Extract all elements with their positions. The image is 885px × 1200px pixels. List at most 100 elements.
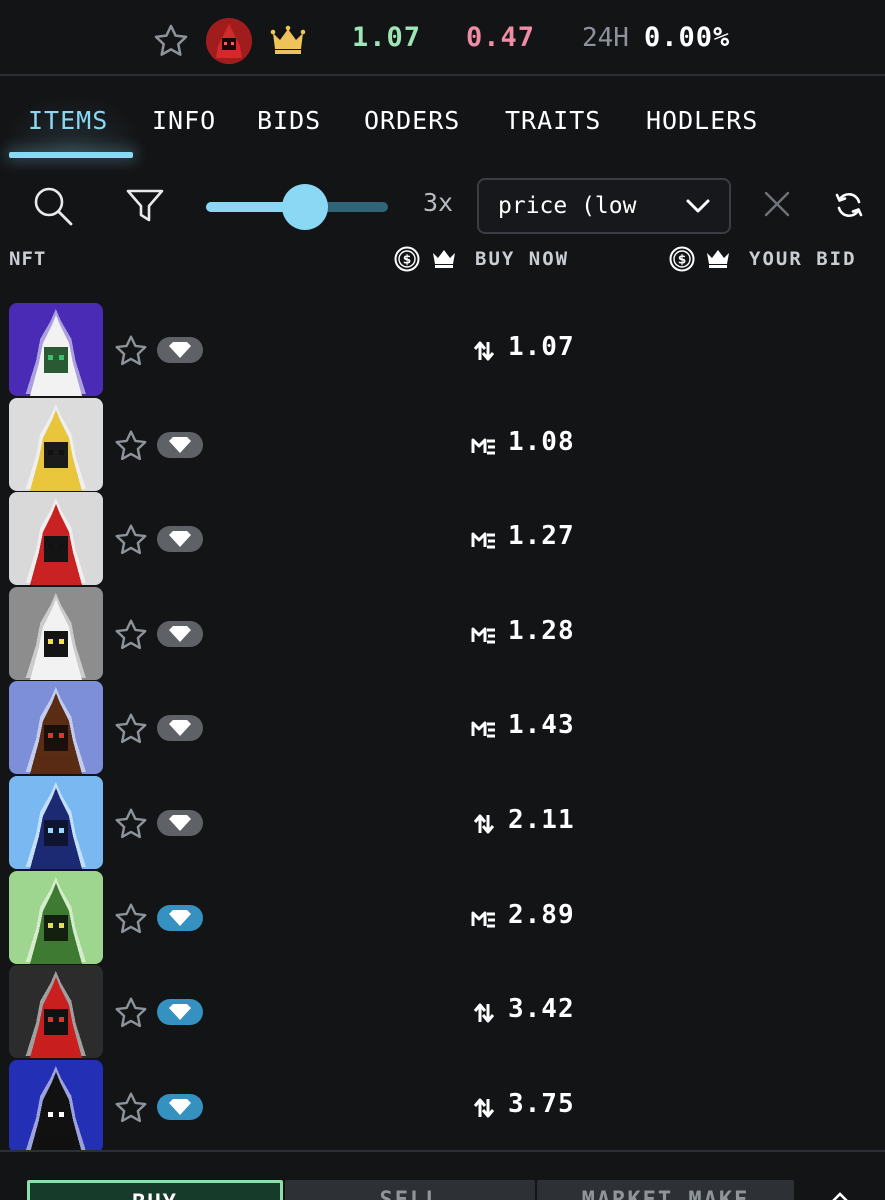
tensor-icon (473, 1098, 495, 1118)
star-outline-icon[interactable] (112, 806, 150, 842)
buy-now-price[interactable]: 1.08 (508, 427, 575, 457)
nft-thumbnail[interactable] (9, 681, 103, 775)
rarity-badge[interactable] (157, 715, 203, 742)
nft-thumbnail[interactable] (9, 397, 103, 491)
diamond-icon (169, 1098, 191, 1115)
magic-eden-icon (471, 721, 495, 738)
diamond-icon (169, 342, 191, 358)
nft-thumbnail[interactable] (9, 492, 103, 586)
diamond-icon (169, 909, 191, 926)
buy-now-price[interactable]: 1.43 (508, 710, 575, 740)
buy-now-price[interactable]: 3.42 (508, 994, 575, 1024)
magic-eden-icon (471, 911, 495, 928)
nft-thumbnail[interactable] (9, 1059, 103, 1153)
crown-icon (270, 25, 306, 54)
nft-row[interactable]: 1.28 (0, 586, 885, 681)
star-outline-icon[interactable] (112, 711, 150, 747)
rarity-badge[interactable] (157, 526, 203, 553)
nft-thumbnail[interactable] (9, 965, 103, 1059)
nft-thumbnail[interactable] (9, 870, 103, 964)
sort-select[interactable]: price (low (477, 178, 731, 234)
svg-text:$: $ (403, 253, 411, 267)
sell-button[interactable]: SELL (285, 1180, 535, 1200)
nft-thumbnail[interactable] (9, 776, 103, 869)
magic-eden-icon (471, 438, 495, 455)
active-tab-indicator (9, 152, 133, 158)
buy-now-price[interactable]: 1.07 (508, 332, 575, 362)
dollar-coin-icon: $ (394, 246, 420, 272)
dollar-coin-icon: $ (669, 246, 695, 272)
crown-icon (707, 250, 729, 268)
nft-thumbnail[interactable] (9, 586, 103, 680)
svg-text:$: $ (678, 253, 686, 267)
star-outline-icon[interactable] (112, 428, 150, 464)
rarity-badge[interactable] (157, 337, 203, 363)
rarity-badge[interactable] (157, 1093, 203, 1120)
sort-select-value: price (low (498, 193, 637, 219)
chevron-down-icon (686, 199, 710, 213)
column-header: NFT $ BUY NOW $ YOUR BID (0, 240, 885, 280)
tab-bids[interactable]: BIDS (257, 106, 321, 135)
floor-price-value: 1.07 (352, 22, 422, 53)
star-outline-icon[interactable] (112, 617, 150, 653)
zoom-slider-thumb[interactable] (282, 184, 328, 230)
diamond-icon (169, 720, 191, 737)
nft-row[interactable]: 2.89 (0, 870, 885, 965)
collection-tabs: ITEMS INFO BIDS ORDERS TRAITS HODLERS (0, 84, 885, 170)
nft-row[interactable]: 3.42 (0, 964, 885, 1059)
star-outline-icon[interactable] (152, 22, 190, 60)
buy-now-price[interactable]: 2.89 (508, 900, 575, 930)
tab-info[interactable]: INFO (152, 106, 216, 135)
tab-orders[interactable]: ORDERS (364, 106, 460, 135)
diamond-icon (169, 625, 191, 642)
star-outline-icon[interactable] (112, 1090, 150, 1126)
buy-now-price[interactable]: 3.75 (508, 1089, 575, 1119)
nft-row[interactable]: 1.43 (0, 680, 885, 775)
change-percent-value: 0.00% (644, 22, 731, 53)
diamond-icon (169, 1004, 191, 1021)
magic-eden-icon (471, 532, 495, 549)
buy-now-price[interactable]: 1.28 (508, 616, 575, 646)
nft-row[interactable]: 2.11 (0, 775, 885, 870)
collection-avatar[interactable] (206, 18, 252, 64)
column-buy-now[interactable]: BUY NOW (475, 248, 569, 270)
nft-thumbnail[interactable] (9, 303, 103, 396)
action-bar: BUY SELL MARKET MAKE (0, 1150, 885, 1200)
close-icon[interactable] (763, 190, 791, 218)
rarity-badge[interactable] (157, 999, 203, 1026)
star-outline-icon[interactable] (112, 333, 150, 369)
tab-hodlers[interactable]: HODLERS (646, 106, 758, 135)
collection-stats-bar: 1.07 0.47 24H 0.00% (0, 0, 885, 76)
nft-row[interactable]: 3.75 (0, 1059, 885, 1154)
star-outline-icon[interactable] (112, 522, 150, 558)
rarity-badge[interactable] (157, 810, 203, 836)
column-nft[interactable]: NFT (9, 248, 46, 270)
diamond-icon (169, 815, 191, 831)
tensor-icon (473, 1003, 495, 1023)
search-icon[interactable] (32, 185, 74, 227)
refresh-icon[interactable] (834, 190, 864, 220)
buy-now-price[interactable]: 2.11 (508, 805, 575, 835)
rarity-badge[interactable] (157, 904, 203, 931)
buy-now-price[interactable]: 1.27 (508, 521, 575, 551)
market-make-button[interactable]: MARKET MAKE (537, 1180, 794, 1200)
tensor-icon (473, 341, 495, 361)
list-toolbar: 3x price (low (0, 176, 885, 236)
filter-icon[interactable] (125, 188, 165, 224)
nft-row[interactable]: 1.08 (0, 397, 885, 492)
rarity-badge[interactable] (157, 620, 203, 647)
crown-icon (433, 250, 455, 268)
top-bid-value: 0.47 (466, 22, 536, 53)
column-your-bid[interactable]: YOUR BID (749, 248, 857, 270)
tab-items[interactable]: ITEMS (28, 106, 108, 135)
buy-button[interactable]: BUY (27, 1180, 283, 1200)
tab-traits[interactable]: TRAITS (505, 106, 601, 135)
magic-eden-icon (471, 627, 495, 644)
star-outline-icon[interactable] (112, 901, 150, 937)
rarity-badge[interactable] (157, 431, 203, 458)
nft-row[interactable]: 1.27 (0, 491, 885, 586)
star-outline-icon[interactable] (112, 995, 150, 1031)
zoom-slider[interactable] (206, 182, 388, 230)
chevron-up-icon[interactable] (830, 1190, 850, 1200)
nft-row[interactable]: 1.07 (0, 302, 885, 397)
